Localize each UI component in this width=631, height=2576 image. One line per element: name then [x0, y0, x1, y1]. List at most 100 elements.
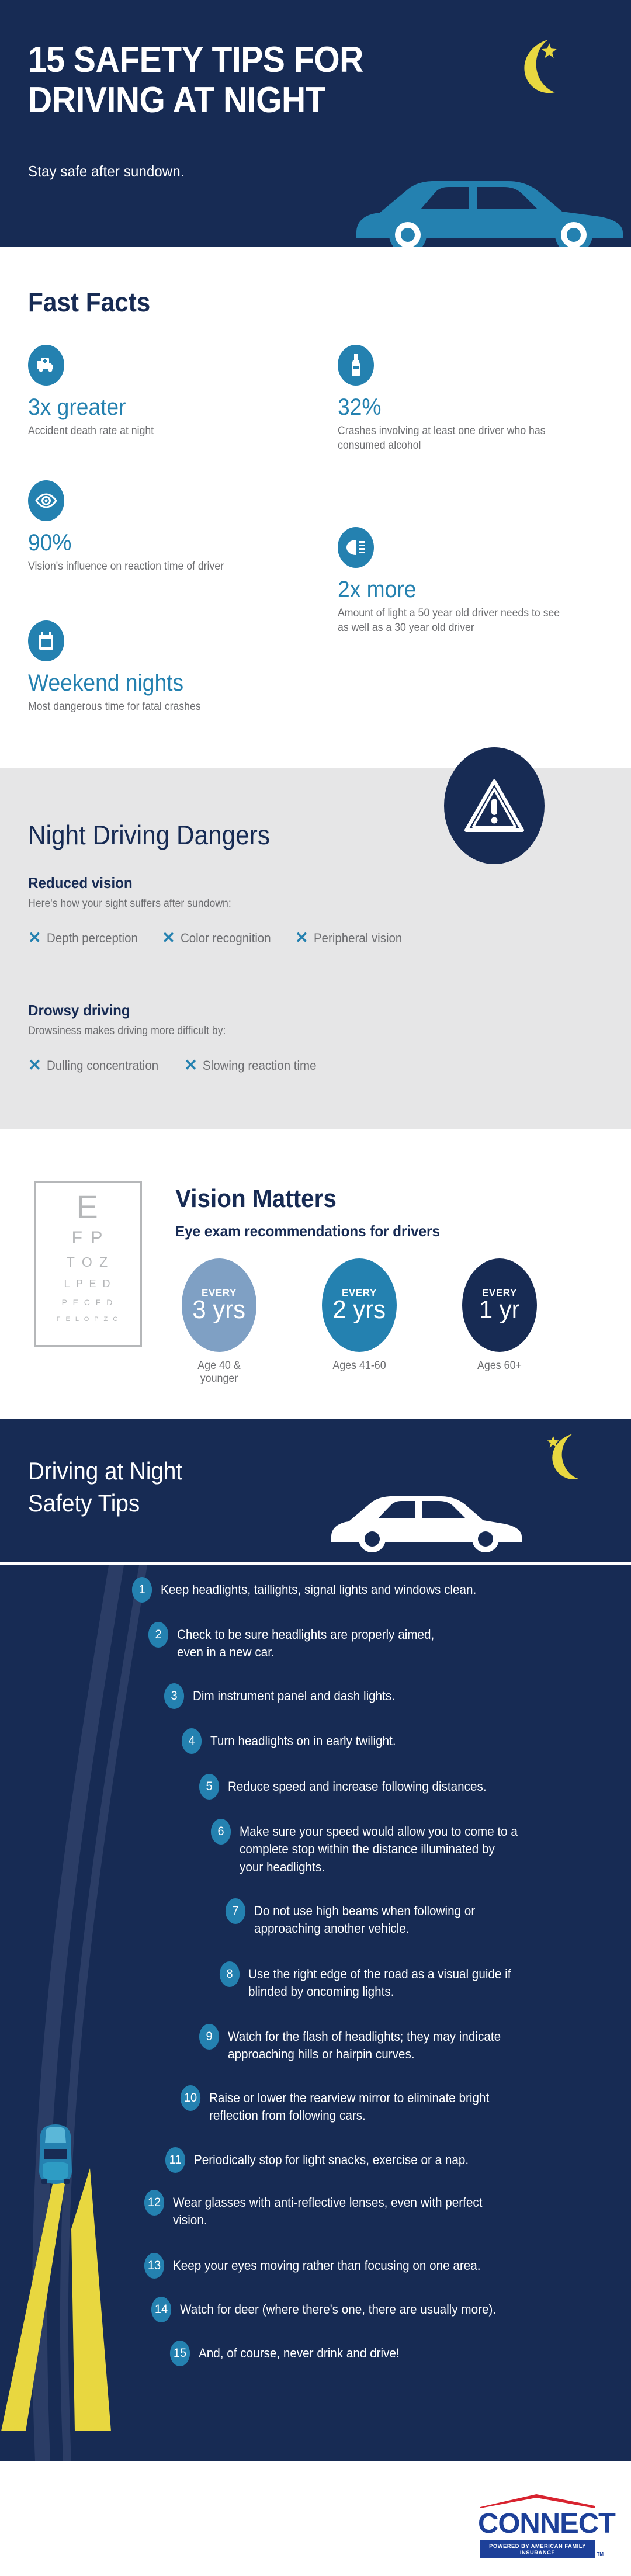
interval-value: 2 yrs [332, 1295, 386, 1324]
car-side-icon [356, 181, 623, 247]
tips-list-section: 1 Keep headlights, taillights, signal lig… [0, 1565, 631, 2461]
bottle-icon [338, 345, 374, 386]
eye-chart-row: P E C F D [61, 1298, 115, 1308]
reduced-vision-desc: Here's how your sight suffers after sund… [28, 897, 231, 910]
tip-number: 11 [165, 2147, 186, 2173]
eye-chart-row: T O Z [66, 1254, 110, 1270]
fast-facts-section: Fast Facts 3x greater Accident death rat… [0, 247, 631, 768]
tip-item: 8 Use the right edge of the road as a vis… [219, 1961, 570, 2001]
footer: CONNECT POWERED BY AMERICAN FAMILY INSUR… [0, 2461, 631, 2576]
tip-number: 4 [181, 1728, 202, 1754]
tip-text: Wear glasses with anti-reflective lenses… [173, 2195, 483, 2228]
interval-value: 3 yrs [192, 1295, 246, 1324]
tip-text: Dim instrument panel and dash lights. [193, 1689, 396, 1703]
eye-icon [28, 480, 64, 521]
tip-number: 3 [164, 1683, 185, 1709]
car-side-icon [331, 1496, 522, 1552]
tip-text: Check to be sure headlights are properly… [177, 1627, 435, 1660]
fact-desc: Crashes involving at least one driver wh… [338, 425, 546, 452]
tip-text: And, of course, never drink and drive! [199, 2346, 400, 2360]
night-driving-dangers-section: Night Driving Dangers Reduced vision Her… [0, 747, 631, 1129]
age-caption: Ages 41-60 [332, 1360, 386, 1372]
fact-desc: Accident death rate at night [28, 425, 154, 437]
fact-desc: Vision's influence on reaction time of d… [28, 560, 224, 573]
x-icon: ✕ [28, 929, 41, 947]
eye-chart-row: E [76, 1188, 100, 1225]
fact-card: 32% Crashes involving at least one drive… [338, 345, 583, 453]
tips-banner: Driving at Night Safety Tips [0, 1419, 631, 1562]
interval-value: 1 yr [479, 1295, 520, 1324]
tips-title-line-2: Safety Tips [28, 1489, 140, 1517]
tip-item: 11 Periodically stop for light snacks, ex… [165, 2147, 562, 2173]
eye-chart-row: L P E D [64, 1277, 112, 1289]
x-icon: ✕ [184, 1056, 197, 1074]
age-caption: Ages 60+ [477, 1360, 522, 1372]
eye-chart: E F P T O Z L P E D P E C F D F E L O P … [34, 1181, 142, 1347]
tip-text: Watch for the flash of headlights; they … [228, 2029, 501, 2062]
logo-wordmark: CONNECT [478, 2508, 616, 2539]
interval-badge: EVERY 2 yrs [322, 1258, 397, 1352]
tip-number: 9 [199, 2024, 220, 2050]
headlight-beam-graphic [1, 2166, 111, 2431]
roof-icon [480, 2494, 595, 2508]
title-line-2: DRIVING AT NIGHT [28, 80, 326, 121]
tip-item: 15 And, of course, never drink and drive! [169, 2341, 578, 2366]
fact-desc: Amount of light a 50 year old driver nee… [338, 607, 560, 634]
list-item: ✕ Color recognition [162, 930, 278, 946]
tip-number: 13 [144, 2253, 165, 2279]
interval-badge: EVERY 1 yr [462, 1258, 537, 1352]
hero-banner: 15 SAFETY TIPS FOR DRIVING AT NIGHT Stay… [0, 0, 631, 247]
tip-number: 7 [225, 1898, 246, 1924]
tip-text: Do not use high beams when following or … [254, 1904, 476, 1936]
tip-item: 4 Turn headlights on in early twilight. [181, 1728, 590, 1754]
tip-number: 1 [131, 1577, 152, 1603]
tip-item: 3 Dim instrument panel and dash lights. [164, 1683, 573, 1709]
fact-card: Weekend nights Most dangerous time for f… [28, 620, 273, 715]
logo-tagline: POWERED BY AMERICAN FAMILY INSURANCE [480, 2540, 595, 2558]
interval-badge: EVERY 3 yrs [182, 1258, 256, 1352]
list-item: ✕ Depth perception [28, 930, 144, 946]
title-line-1: 15 SAFETY TIPS FOR [28, 40, 363, 80]
moon-star-icon [547, 1434, 578, 1480]
tip-number: 8 [219, 1961, 240, 1987]
tip-item: 1 Keep headlights, taillights, signal lig… [131, 1577, 593, 1603]
tips-title: Driving at Night Safety Tips [28, 1455, 182, 1520]
tip-number: 2 [148, 1622, 169, 1648]
hero-subtitle: Stay safe after sundown. [28, 162, 185, 180]
tip-text: Keep your eyes moving rather than focusi… [173, 2258, 481, 2273]
fact-stat: 90% [28, 530, 72, 556]
tip-item: 10 Raise or lower the rearview mirror to … [180, 2085, 554, 2125]
vision-subheading: Eye exam recommendations for drivers [175, 1222, 440, 1240]
eye-chart-row: F E L O P Z C [56, 1315, 120, 1323]
list-item: ✕ Peripheral vision [295, 930, 408, 946]
tip-item: 7 Do not use high beams when following or… [225, 1898, 540, 1938]
tip-number: 14 [151, 2297, 172, 2322]
x-icon: ✕ [162, 929, 175, 947]
tip-item: 5 Reduce speed and increase following dis… [199, 1774, 596, 1800]
moon-star-icon [524, 40, 557, 93]
fact-card: 3x greater Accident death rate at night [28, 345, 273, 439]
fact-card: 2x more Amount of light a 50 year old dr… [338, 527, 583, 635]
x-icon: ✕ [295, 929, 308, 947]
list-item: ✕ Dulling concentration [28, 1058, 167, 1073]
tip-text: Raise or lower the rearview mirror to el… [209, 2090, 490, 2123]
calendar-icon [28, 620, 64, 661]
dangers-heading: Night Driving Dangers [28, 820, 270, 850]
age-caption: Age 40 & younger [197, 1360, 241, 1385]
connect-logo[interactable]: CONNECT POWERED BY AMERICAN FAMILY INSUR… [478, 2493, 616, 2558]
list-item-label: Depth perception [46, 930, 138, 945]
vision-matters-section: E F P T O Z L P E D P E C F D F E L O P … [0, 1129, 631, 1419]
warning-triangle-icon [444, 747, 545, 864]
tip-number: 6 [210, 1819, 231, 1845]
drowsy-driving-list: ✕ Dulling concentration ✕ Slowing reaction… [28, 1058, 325, 1073]
tip-item: 9 Watch for the flash of headlights; they… [199, 2024, 549, 2064]
tip-number: 12 [144, 2190, 165, 2216]
tip-text: Watch for deer (where there's one, there… [180, 2302, 497, 2317]
car-top-view-icon [39, 2124, 72, 2184]
tip-item: 13 Keep your eyes moving rather than focu… [144, 2253, 553, 2279]
list-item-label: Slowing reaction time [202, 1058, 317, 1073]
tip-number: 5 [199, 1774, 220, 1800]
eye-chart-row: F P [71, 1228, 105, 1247]
vision-heading: Vision Matters [175, 1184, 337, 1213]
fact-desc: Most dangerous time for fatal crashes [28, 701, 201, 713]
